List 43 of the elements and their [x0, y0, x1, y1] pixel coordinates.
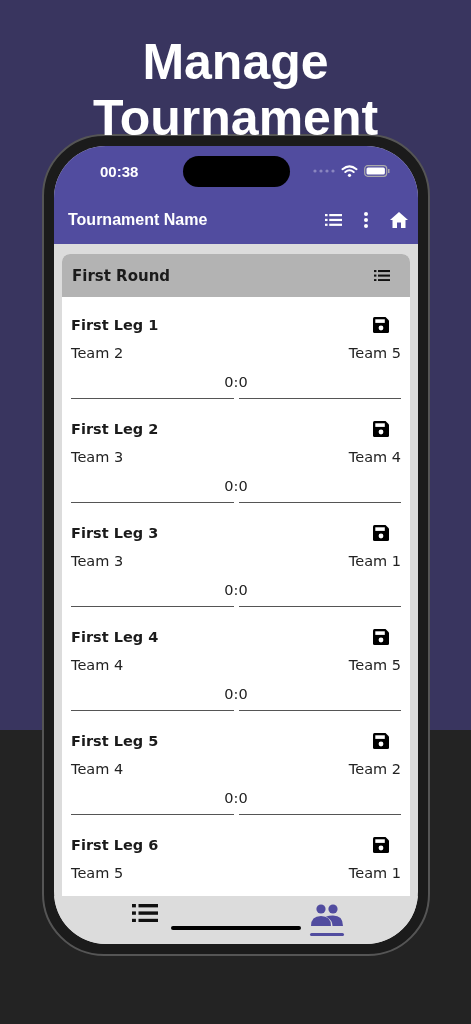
list-icon[interactable] — [325, 214, 342, 226]
signal-icon — [313, 169, 335, 173]
away-team: Team 2 — [348, 761, 401, 777]
save-icon[interactable] — [373, 629, 389, 645]
headline: Tournament — [91, 90, 380, 146]
score-field[interactable]: 0:0 — [224, 686, 248, 702]
home-team: Team 3 — [71, 553, 124, 569]
home-team: Team 3 — [71, 449, 124, 465]
score-field[interactable]: 0:0 — [224, 374, 248, 390]
away-team: Team 5 — [348, 345, 401, 361]
match-title: First Leg 1 — [71, 317, 159, 333]
match-title: First Leg 5 — [71, 733, 159, 749]
score-field[interactable]: 0:0 — [224, 478, 248, 494]
home-icon[interactable] — [390, 212, 408, 228]
home-team: Team 5 — [71, 865, 124, 881]
away-team: Team 1 — [348, 553, 401, 569]
save-icon[interactable] — [373, 421, 389, 437]
home-team: Team 2 — [71, 345, 124, 361]
people-icon — [311, 904, 343, 926]
more-icon[interactable] — [364, 212, 368, 228]
match-title: First Leg 2 — [71, 421, 159, 437]
match-title: First Leg 3 — [71, 525, 159, 541]
save-icon[interactable] — [373, 733, 389, 749]
save-icon[interactable] — [373, 837, 389, 853]
away-team: Team 1 — [348, 865, 401, 881]
status-time: 00:38 — [100, 162, 139, 180]
match-title: First Leg 4 — [71, 629, 159, 645]
app-bar-title: Tournament Name — [68, 211, 208, 229]
score-field[interactable]: 0:0 — [224, 790, 248, 806]
headline: Manage — [141, 34, 330, 90]
save-icon[interactable] — [373, 525, 389, 541]
score-field[interactable]: 0:0 — [224, 582, 248, 598]
list-icon[interactable] — [374, 269, 390, 282]
battery-icon — [364, 165, 390, 177]
home-team: Team 4 — [71, 657, 124, 673]
match-title: First Leg 6 — [71, 837, 159, 853]
round-title: First Round — [72, 266, 171, 285]
save-icon[interactable] — [373, 317, 389, 333]
list-icon[interactable] — [132, 904, 158, 923]
away-team: Team 5 — [348, 657, 401, 673]
wifi-icon — [341, 165, 358, 177]
home-team: Team 4 — [71, 761, 124, 777]
away-team: Team 4 — [348, 449, 401, 465]
